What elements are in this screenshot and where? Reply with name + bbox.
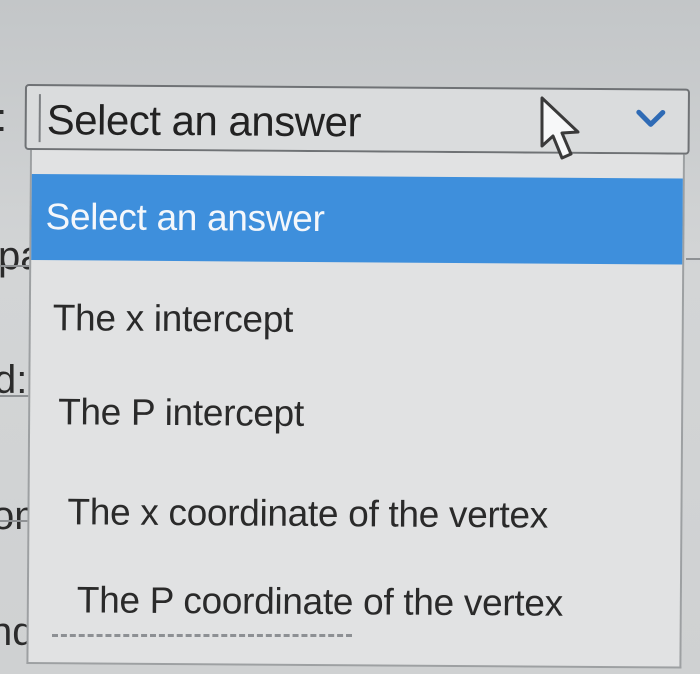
background-divider [686,258,700,260]
option-select-an-answer[interactable]: Select an answer [31,174,683,265]
answer-select[interactable]: Select an answer [24,84,690,155]
select-left-divider [38,94,41,143]
option-label: The x coordinate of the vertex [67,491,549,536]
background-fragment-d: d: [0,358,28,402]
option-label: Select an answer [45,196,325,240]
option-label: The P intercept [58,391,305,434]
dropdown-options-list: Select an answer The x intercept The P i… [26,150,685,669]
option-x-intercept[interactable]: The x intercept [31,278,683,363]
option-label: The P coordinate of the vertex [76,579,564,624]
option-p-intercept[interactable]: The P intercept [30,372,682,457]
background-fragment-colon: : [0,98,7,138]
option-label: The x intercept [52,297,294,340]
option-x-coordinate-vertex[interactable]: The x coordinate of the vertex [29,472,681,557]
background-field-underline [52,630,352,637]
mouse-pointer-icon [540,96,580,160]
select-current-value: Select an answer [46,96,362,146]
chevron-down-icon[interactable] [636,106,666,130]
